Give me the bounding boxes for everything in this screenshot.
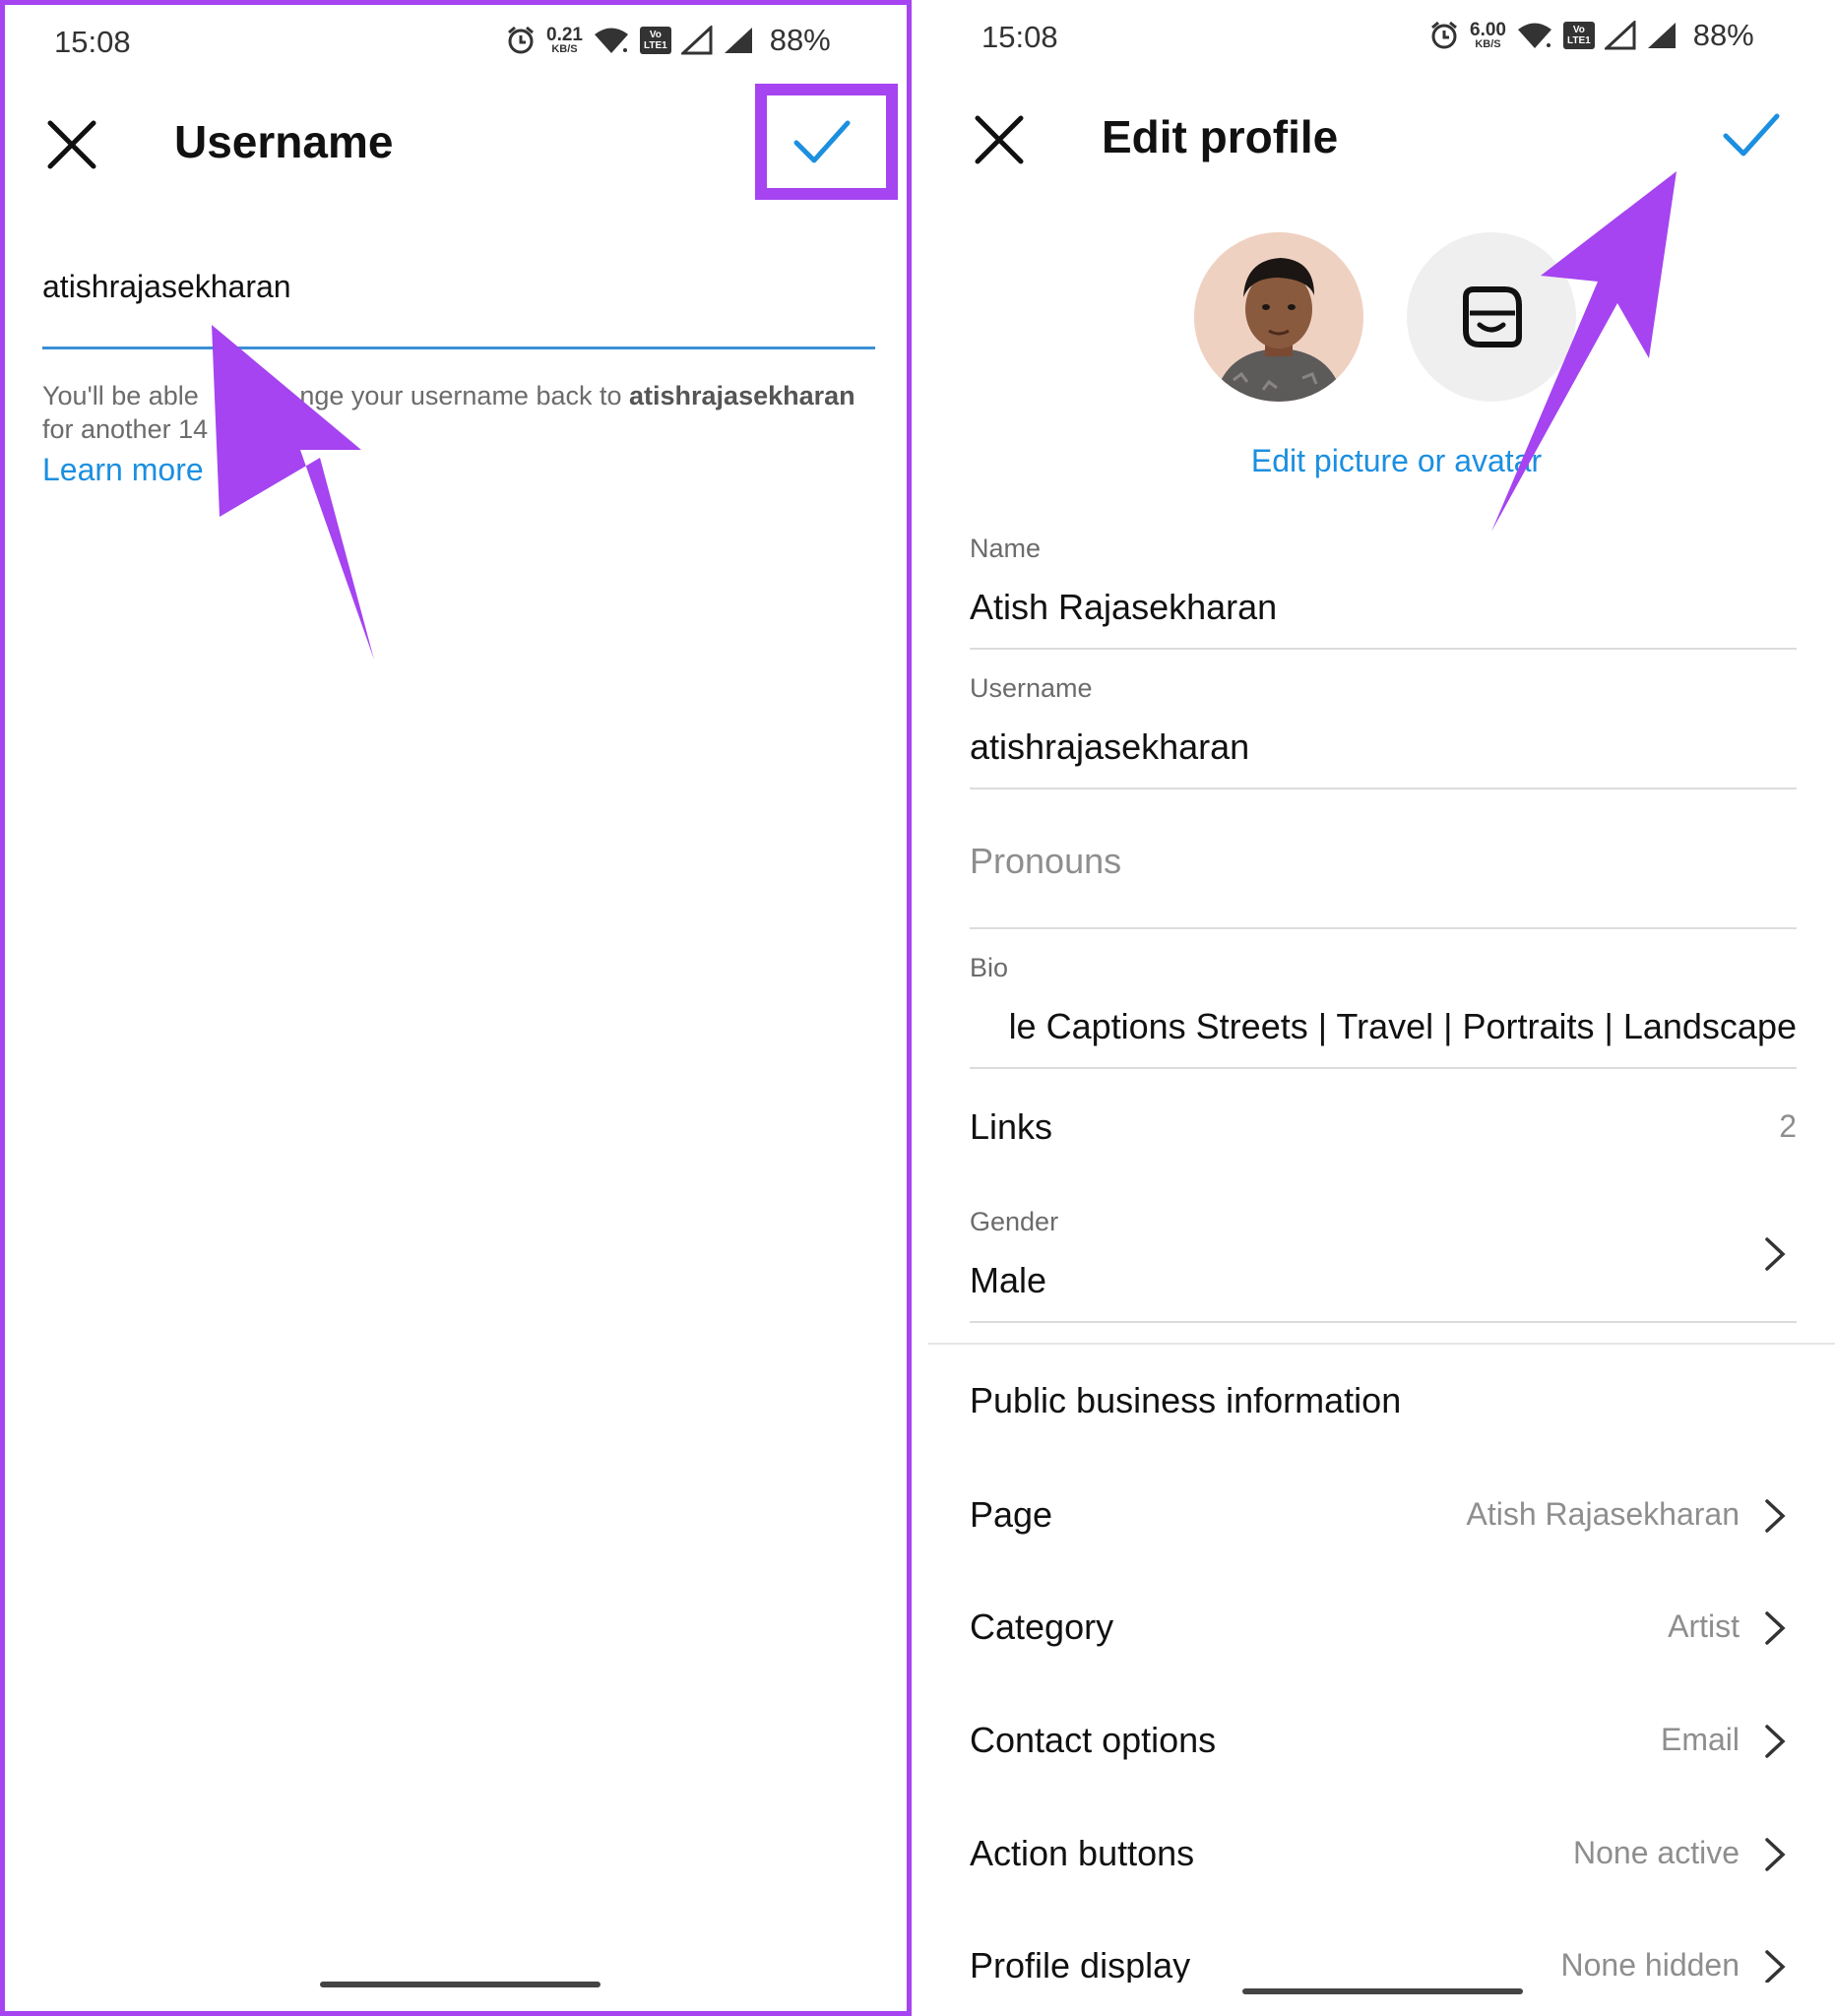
status-time: 15:08 [981, 20, 1058, 54]
row-value: None active [1573, 1835, 1740, 1870]
learn-more-link[interactable]: Learn more [42, 452, 204, 488]
confirm-highlight-box [755, 84, 898, 200]
signal-icon [680, 26, 713, 55]
chevron-right-icon [1765, 1499, 1786, 1533]
wifi-icon [594, 28, 628, 53]
network-speed: 6.00 KB/S [1470, 20, 1506, 50]
volte-icon: Vo LTE1 [1562, 22, 1595, 49]
chevron-right-icon [1765, 1237, 1786, 1271]
page-title: Edit profile [1102, 111, 1339, 162]
pronouns-field[interactable]: Pronouns [970, 811, 1797, 929]
row-value: Email [1660, 1722, 1740, 1757]
avatar-sticker-icon [1463, 286, 1522, 347]
edit-picture-link[interactable]: Edit picture or avatar [928, 443, 1835, 479]
status-icons: 0.21 KB/S Vo LTE1 88% [505, 23, 831, 58]
section-divider [928, 1343, 1835, 1345]
status-bar: 15:08 6.00 KB/S Vo LTE1 88% [928, 0, 1835, 79]
name-label: Name [970, 534, 1042, 563]
status-icons: 6.00 KB/S Vo LTE1 88% [1428, 18, 1754, 53]
row-label: Contact options [970, 1720, 1217, 1760]
business-row-page[interactable]: Page Atish Rajasekharan [970, 1484, 1797, 1544]
signal-icon-2 [724, 28, 752, 53]
bio-label: Bio [970, 953, 1009, 982]
business-row-action-buttons[interactable]: Action buttons None active [970, 1823, 1797, 1882]
chevron-right-icon [1765, 1838, 1786, 1871]
business-row-contact-options[interactable]: Contact options Email [970, 1710, 1797, 1769]
profile-photo-image [1194, 232, 1363, 402]
gender-field[interactable]: Gender Male [970, 1205, 1797, 1323]
username-helper-text: You'll be able nge your username back to… [42, 381, 855, 444]
links-count: 2 [1779, 1108, 1797, 1144]
alarm-icon [1431, 21, 1457, 49]
business-row-profile-display[interactable]: Profile display None hidden [970, 1935, 1797, 1983]
page-title: Username [174, 116, 394, 167]
pronouns-placeholder: Pronouns [970, 841, 1122, 881]
links-row[interactable]: Links 2 [970, 1097, 1797, 1156]
home-indicator [320, 1982, 601, 1987]
row-label: Profile display [970, 1945, 1191, 1983]
username-value: atishrajasekharan [970, 726, 1250, 767]
wifi-icon [1517, 23, 1551, 48]
bio-clip: le Captions Streets | Travel | Portraits… [970, 1002, 1797, 1051]
row-label: Page [970, 1494, 1053, 1535]
business-section-heading: Public business information [970, 1380, 1402, 1420]
battery-level: 88% [769, 23, 831, 57]
alarm-icon [508, 26, 534, 54]
signal-icon [1604, 21, 1636, 50]
links-label: Links [970, 1106, 1053, 1147]
header: Edit profile [928, 91, 1835, 185]
chevron-right-icon [1765, 1611, 1786, 1645]
gender-label: Gender [970, 1207, 1059, 1236]
bio-field[interactable]: Bio le Captions Streets | Travel | Portr… [970, 951, 1797, 1069]
profile-photo[interactable] [1194, 232, 1363, 402]
battery-level: 88% [1692, 18, 1754, 52]
gender-value: Male [970, 1260, 1047, 1300]
close-icon[interactable] [972, 112, 1027, 167]
network-speed: 0.21 KB/S [546, 25, 583, 55]
status-time: 15:08 [54, 25, 131, 59]
username-input[interactable]: atishrajasekharan [42, 269, 875, 349]
name-field[interactable]: Name Atish Rajasekharan [970, 532, 1797, 650]
volte-icon: Vo LTE1 [639, 27, 671, 54]
row-value: Atish Rajasekharan [1466, 1496, 1740, 1532]
username-field[interactable]: Username atishrajasekharan [970, 671, 1797, 789]
status-bar: 15:08 0.21 KB/S Vo LTE1 88% [5, 5, 907, 84]
row-value: Artist [1668, 1608, 1740, 1644]
signal-icon-2 [1647, 23, 1676, 48]
chevron-right-icon [1765, 1725, 1786, 1758]
business-row-category[interactable]: Category Artist [970, 1597, 1797, 1656]
avatar-sticker[interactable] [1407, 232, 1576, 402]
row-value: None hidden [1560, 1947, 1740, 1983]
bio-value: le Captions Streets | Travel | Portraits… [1008, 1006, 1797, 1046]
pointer-arrow-annotation [212, 325, 374, 660]
close-icon[interactable] [44, 117, 99, 172]
row-label: Category [970, 1606, 1114, 1647]
edit-profile-screen: 15:08 6.00 KB/S VoLTE1 88% Edit profile [928, 0, 1835, 2016]
username-label: Username [970, 673, 1093, 703]
check-icon[interactable] [1722, 110, 1781, 159]
home-indicator [1242, 1988, 1523, 1994]
username-screen: 15:08 0.21 KB/S Vo LTE1 88% Username atis… [0, 0, 912, 2016]
row-label: Action buttons [970, 1833, 1195, 1873]
chevron-right-icon [1765, 1950, 1786, 1983]
name-value: Atish Rajasekharan [970, 587, 1278, 627]
username-input-value: atishrajasekharan [42, 269, 291, 304]
